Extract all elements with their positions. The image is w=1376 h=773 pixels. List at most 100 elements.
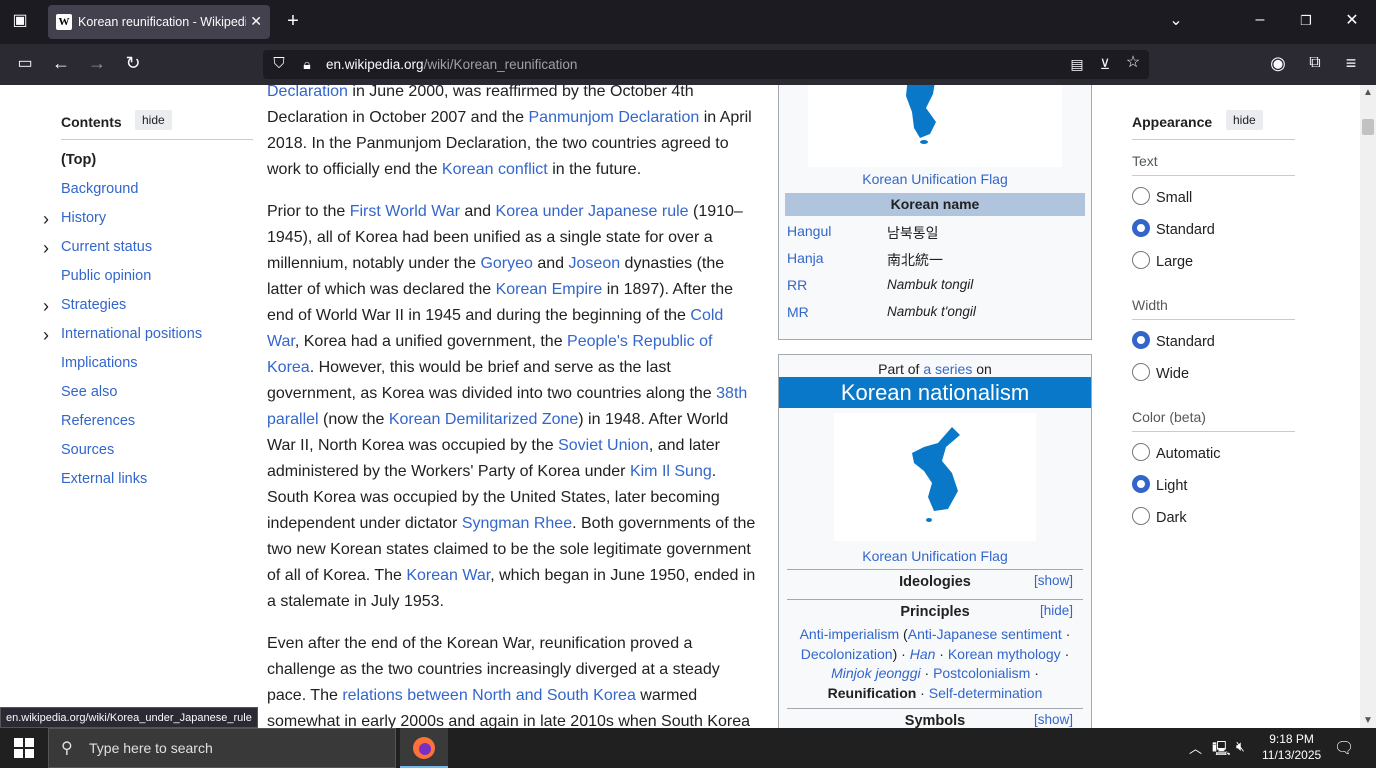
text-option-small[interactable]: Small (1132, 187, 1192, 207)
article-link[interactable]: Korean Empire (496, 281, 603, 298)
taskbar-search[interactable]: ⚲ Type here to search (48, 728, 396, 768)
article-link[interactable]: Korea under Japanese rule (496, 203, 689, 220)
article-link[interactable]: Joseon (569, 255, 621, 272)
principle-link[interactable]: Korean mythology (948, 646, 1061, 662)
article-link[interactable]: Korea (267, 359, 310, 376)
name-row-label[interactable]: RR (787, 277, 807, 293)
page-scrollbar[interactable]: ▲ ▼ (1360, 85, 1376, 728)
chevron-right-icon[interactable]: › (43, 210, 49, 228)
volume-muted-icon[interactable]: 🔇︎ (1236, 738, 1245, 755)
article-link[interactable]: 38th (716, 385, 747, 402)
color-option-light[interactable]: Light (1132, 475, 1187, 495)
toc-hide-button[interactable]: hide (135, 110, 172, 130)
forward-icon[interactable]: → (85, 53, 109, 75)
back-icon[interactable]: ← (49, 53, 73, 75)
article-link[interactable]: Declaration (267, 85, 348, 100)
scroll-up-icon[interactable]: ▲ (1363, 87, 1373, 98)
flag-caption-link-2[interactable]: Korean Unification Flag (779, 548, 1091, 564)
lock-icon[interactable]: 🔒︎ (295, 54, 319, 76)
article-link[interactable]: Soviet Union (558, 437, 649, 454)
radio-button[interactable] (1132, 475, 1150, 493)
close-window-icon[interactable]: ✕ (1340, 11, 1364, 33)
name-row-label[interactable]: MR (787, 304, 809, 320)
toc-item-implications[interactable]: Implications (61, 355, 138, 371)
scroll-down-icon[interactable]: ▼ (1363, 715, 1373, 726)
name-row-label[interactable]: Hangul (787, 223, 831, 239)
width-option-standard[interactable]: Standard (1132, 331, 1215, 351)
principle-link[interactable]: Anti-Japanese sentiment (908, 626, 1062, 642)
chevron-right-icon[interactable]: › (43, 326, 49, 344)
menu-icon[interactable]: ≡ (1339, 53, 1363, 75)
article-link[interactable]: Kim Il Sung (630, 463, 712, 480)
principle-link[interactable]: Self-determination (929, 685, 1043, 701)
text-option-large[interactable]: Large (1132, 251, 1193, 271)
principle-link[interactable]: Decolonization (801, 646, 893, 662)
extensions-icon[interactable]: ⧉ (1303, 53, 1327, 75)
radio-button[interactable] (1132, 219, 1150, 237)
width-option-wide[interactable]: Wide (1132, 363, 1189, 383)
url-bar[interactable]: ⛉ 🔒︎ en.wikipedia.org/wiki/Korean_reunif… (263, 50, 1149, 79)
bookmark-star-icon[interactable]: ☆ (1121, 53, 1145, 75)
chevron-right-icon[interactable]: › (43, 297, 49, 315)
principle-link[interactable]: Minjok jeonggi (831, 665, 921, 681)
principle-link[interactable]: Han (910, 646, 936, 662)
article-link[interactable]: Cold (690, 307, 723, 324)
tab-list-icon[interactable]: ▣ (8, 11, 32, 33)
toc-item-international-positions[interactable]: International positions (61, 326, 202, 342)
firefox-taskbar-button[interactable] (400, 728, 448, 768)
reload-icon[interactable]: ↻ (121, 53, 145, 75)
color-option-automatic[interactable]: Automatic (1132, 443, 1220, 463)
windows-start-icon[interactable] (14, 738, 34, 758)
toc-item-history[interactable]: History (61, 210, 106, 226)
principles-hide-link[interactable]: [hide] (1040, 603, 1073, 618)
toc-item-sources[interactable]: Sources (61, 442, 114, 458)
radio-button[interactable] (1132, 507, 1150, 525)
tab-active[interactable]: W Korean reunification - Wikipedia ✕ (48, 5, 270, 39)
unification-flag-image-2[interactable] (834, 413, 1036, 541)
toc-item-top[interactable]: (Top) (61, 152, 96, 168)
article-link[interactable]: Syngman Rhee (462, 515, 572, 532)
shield-icon[interactable]: ⛉ (267, 54, 291, 76)
radio-button[interactable] (1132, 331, 1150, 349)
article-link[interactable]: Korean War (406, 567, 490, 584)
ideologies-show-link[interactable]: [show] (1034, 573, 1073, 588)
article-link[interactable]: relations between North and South Korea (342, 687, 636, 704)
article-link[interactable]: Goryeo (480, 255, 532, 272)
radio-button[interactable] (1132, 251, 1150, 269)
article-link[interactable]: People's Republic of (567, 333, 712, 350)
article-link[interactable]: Korean Demilitarized Zone (389, 411, 578, 428)
text-option-standard[interactable]: Standard (1132, 219, 1215, 239)
name-row-label[interactable]: Hanja (787, 250, 824, 266)
restore-icon[interactable]: ❐ (1294, 11, 1318, 33)
series-link[interactable]: a series (923, 361, 972, 377)
article-link[interactable]: Korean conflict (442, 161, 548, 178)
sidebar-icon[interactable]: ▭ (13, 54, 37, 76)
toc-item-strategies[interactable]: Strategies (61, 297, 126, 313)
chevron-down-icon[interactable]: ⌄ (1164, 11, 1188, 33)
notifications-icon[interactable]: 🗨︎ (1334, 738, 1354, 758)
scrollbar-thumb[interactable] (1362, 119, 1374, 135)
new-tab-icon[interactable]: + (281, 11, 305, 33)
toc-item-public-opinion[interactable]: Public opinion (61, 268, 151, 284)
account-icon[interactable]: ◉ (1266, 53, 1290, 75)
series-title[interactable]: Korean nationalism (779, 377, 1091, 408)
chevron-right-icon[interactable]: › (43, 239, 49, 257)
toc-item-current-status[interactable]: Current status (61, 239, 152, 255)
toc-item-references[interactable]: References (61, 413, 135, 429)
appearance-hide-button[interactable]: hide (1226, 110, 1263, 130)
minimize-icon[interactable]: – (1248, 10, 1272, 32)
color-option-dark[interactable]: Dark (1132, 507, 1187, 527)
unification-flag-image[interactable] (808, 85, 1062, 167)
toc-item-background[interactable]: Background (61, 181, 138, 197)
principle-link[interactable]: Anti-imperialism (800, 626, 900, 642)
radio-button[interactable] (1132, 363, 1150, 381)
radio-button[interactable] (1132, 443, 1150, 461)
principle-link[interactable]: Postcolonialism (933, 665, 1030, 681)
article-link[interactable]: War (267, 333, 295, 350)
chevron-up-icon[interactable]: ︿ (1189, 738, 1202, 757)
article-link[interactable]: Panmunjom Declaration (529, 109, 700, 126)
article-link[interactable]: parallel (267, 411, 319, 428)
article-link[interactable]: First World War (350, 203, 460, 220)
reader-view-icon[interactable]: ▤ (1065, 54, 1089, 76)
network-icon[interactable]: 🖳︎ (1212, 738, 1231, 762)
